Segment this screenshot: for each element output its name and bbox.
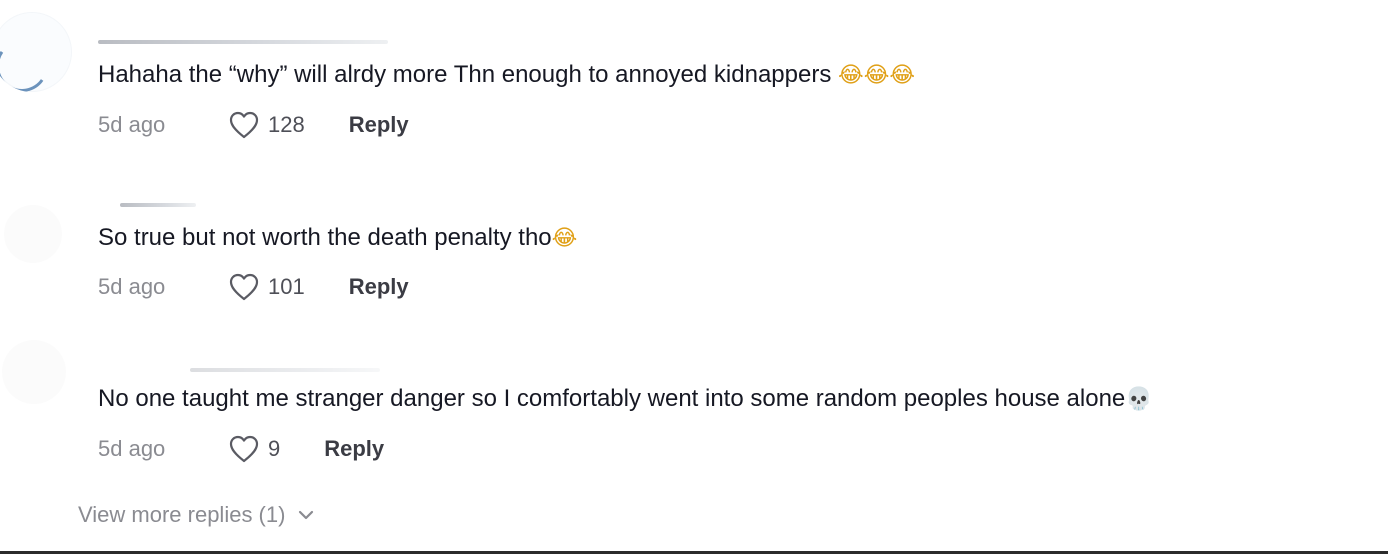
avatar-graphic xyxy=(0,35,53,92)
commenter-avatar[interactable] xyxy=(0,12,72,92)
comment-thread: Hahaha the “why” will alrdy more Thn eno… xyxy=(0,0,1388,554)
comment-body: Hahaha the “why” will alrdy more Thn eno… xyxy=(98,61,832,88)
view-more-replies-button[interactable]: View more replies (1) xyxy=(78,500,315,530)
reply-button[interactable]: Reply xyxy=(349,110,409,140)
commenter-avatar[interactable] xyxy=(2,340,66,404)
username-cropped[interactable] xyxy=(120,203,196,207)
like-count: 101 xyxy=(268,274,305,299)
chevron-down-icon xyxy=(299,510,314,520)
reply-button[interactable]: Reply xyxy=(349,272,409,302)
comment-body: No one taught me stranger danger so I co… xyxy=(98,385,1126,412)
like-count: 128 xyxy=(268,112,305,137)
reply-button[interactable]: Reply xyxy=(324,434,384,464)
skull-emoji: 💀 xyxy=(1125,387,1153,412)
comment-timestamp: 5d ago xyxy=(98,274,166,299)
username-cropped[interactable] xyxy=(190,368,380,372)
laughing-emoji: 😂 xyxy=(551,226,578,251)
laughing-emoji: 😂😂😂 xyxy=(838,63,916,88)
comment-text: Hahaha the “why” will alrdy more Thn eno… xyxy=(98,60,915,91)
comment-meta: 5d ago 101 Reply xyxy=(98,272,409,302)
comment-text: So true but not worth the death penalty … xyxy=(98,223,577,254)
heart-outline-icon xyxy=(229,111,259,139)
heart-outline-icon xyxy=(229,273,259,301)
like-count: 9 xyxy=(268,436,281,461)
comment-meta: 5d ago 128 Reply xyxy=(98,110,409,140)
like-button[interactable]: 101 xyxy=(228,272,305,302)
username-cropped[interactable] xyxy=(98,40,388,44)
view-more-label: View more replies (1) xyxy=(78,502,286,527)
commenter-avatar[interactable] xyxy=(4,205,62,263)
like-button[interactable]: 128 xyxy=(228,110,305,140)
comment-meta: 5d ago 9 Reply xyxy=(98,434,384,464)
comment-timestamp: 5d ago xyxy=(98,436,166,461)
heart-outline-icon xyxy=(229,435,259,463)
comment-timestamp: 5d ago xyxy=(98,112,166,137)
like-button[interactable]: 9 xyxy=(228,434,280,464)
comment-body: So true but not worth the death penalty … xyxy=(98,224,552,251)
comment-text: No one taught me stranger danger so I co… xyxy=(98,384,1153,415)
